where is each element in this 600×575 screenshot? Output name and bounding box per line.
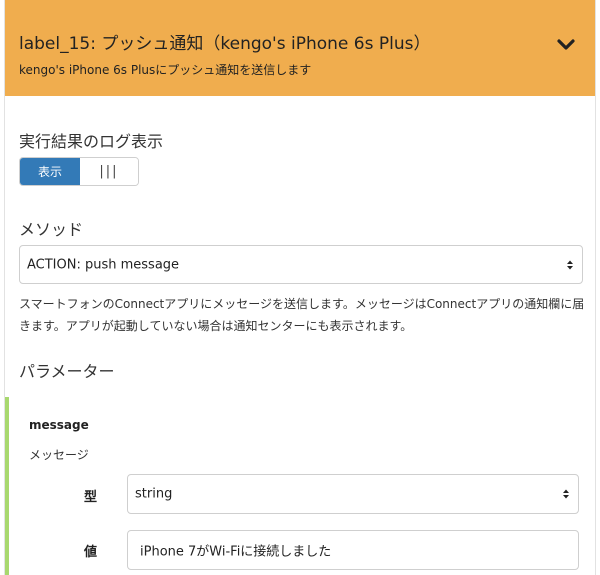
toggle-off-option[interactable]: ||| xyxy=(80,158,138,185)
panel-header[interactable]: label_15: プッシュ通知（kengo's iPhone 6s Plus）… xyxy=(5,0,595,96)
panel-subtitle: kengo's iPhone 6s Plusにプッシュ通知を送信します xyxy=(19,63,312,77)
parameter-card: message メッセージ 型 string 値 iPhone 7がWi-Fiに… xyxy=(5,397,595,575)
value-input[interactable]: iPhone 7がWi-Fiに接続しました xyxy=(127,530,579,570)
parameter-description: メッセージ xyxy=(29,448,89,462)
toggle-on-option[interactable]: 表示 xyxy=(20,158,80,185)
action-panel: label_15: プッシュ通知（kengo's iPhone 6s Plus）… xyxy=(4,0,596,575)
select-arrows-icon xyxy=(567,260,573,269)
method-label: メソッド xyxy=(19,220,84,239)
log-display-label: 実行結果のログ表示 xyxy=(19,132,164,151)
method-select-value: ACTION: push message xyxy=(27,257,180,272)
chevron-down-icon[interactable] xyxy=(557,38,575,52)
type-label: 型 xyxy=(84,490,98,505)
value-label: 値 xyxy=(84,545,98,560)
panel-title: label_15: プッシュ通知（kengo's iPhone 6s Plus） xyxy=(19,34,431,54)
select-arrows-icon xyxy=(563,489,569,499)
type-select[interactable]: string xyxy=(127,474,579,514)
parameter-name: message xyxy=(29,418,89,432)
type-select-value: string xyxy=(135,486,173,502)
log-display-toggle[interactable]: 表示 ||| xyxy=(19,157,139,186)
value-input-text: iPhone 7がWi-Fiに接続しました xyxy=(140,544,332,560)
method-description: スマートフォンのConnectアプリにメッセージを送信します。メッセージはCon… xyxy=(19,297,585,333)
method-select[interactable]: ACTION: push message xyxy=(19,245,583,284)
parameters-label: パラメーター xyxy=(19,362,115,381)
